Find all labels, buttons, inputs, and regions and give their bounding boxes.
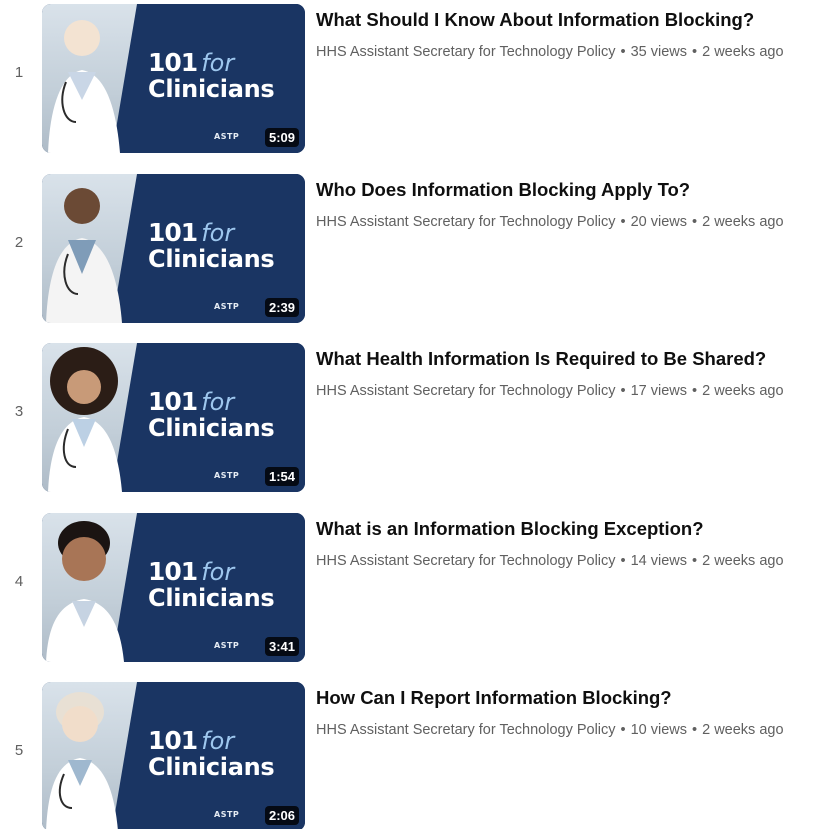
- playlist-item-index: 4: [14, 573, 24, 590]
- brand-text: 101 for Clinicians: [148, 387, 275, 442]
- playlist-item-index: 5: [14, 742, 24, 759]
- channel-name[interactable]: HHS Assistant Secretary for Technology P…: [316, 214, 616, 230]
- brand-for: for: [201, 388, 235, 416]
- separator-dot: •: [692, 722, 698, 738]
- astp-logo-text: ASTP: [214, 641, 240, 650]
- video-meta: HHS Assistant Secretary for Technology P…: [316, 722, 822, 738]
- upload-age: 2 weeks ago: [702, 722, 784, 738]
- astp-logo-text: ASTP: [214, 132, 240, 141]
- separator-dot: •: [692, 214, 698, 230]
- video-title[interactable]: What Should I Know About Information Blo…: [316, 8, 822, 32]
- video-title[interactable]: Who Does Information Blocking Apply To?: [316, 178, 822, 202]
- separator-dot: •: [620, 553, 626, 569]
- separator-dot: •: [620, 44, 626, 60]
- astp-logo-text: ASTP: [214, 810, 240, 819]
- video-info: How Can I Report Information Blocking? H…: [316, 686, 822, 738]
- playlist-item[interactable]: 5 101 for Clinicians ASTP 2:06 How Can I …: [0, 680, 824, 829]
- brand-text: 101 for Clinicians: [148, 726, 275, 781]
- video-info: Who Does Information Blocking Apply To? …: [316, 178, 822, 230]
- channel-name[interactable]: HHS Assistant Secretary for Technology P…: [316, 383, 616, 399]
- video-thumbnail[interactable]: 101 for Clinicians ASTP 1:54: [42, 343, 305, 492]
- separator-dot: •: [620, 722, 626, 738]
- video-duration: 2:06: [264, 806, 299, 825]
- video-meta: HHS Assistant Secretary for Technology P…: [316, 383, 822, 399]
- playlist-item[interactable]: 3 101 for Clinicians ASTP 1:54 What Healt…: [0, 341, 824, 492]
- video-duration: 5:09: [264, 128, 299, 147]
- video-info: What is an Information Blocking Exceptio…: [316, 517, 822, 569]
- playlist-video-list: 1 101 for Clinicians ASTP 5:09 What Shoul…: [0, 0, 824, 829]
- view-count: 35 views: [630, 44, 688, 60]
- playlist-item-index: 1: [14, 64, 24, 81]
- video-title[interactable]: What is an Information Blocking Exceptio…: [316, 517, 822, 541]
- separator-dot: •: [692, 383, 698, 399]
- video-thumbnail[interactable]: 101 for Clinicians ASTP 5:09: [42, 4, 305, 153]
- playlist-item[interactable]: 1 101 for Clinicians ASTP 5:09 What Shoul…: [0, 2, 824, 153]
- brand-word: Clinicians: [148, 753, 275, 781]
- separator-dot: •: [620, 214, 626, 230]
- playlist-item[interactable]: 2 101 for Clinicians ASTP 2:39 Who Does I…: [0, 172, 824, 323]
- upload-age: 2 weeks ago: [702, 44, 784, 60]
- brand-for: for: [201, 727, 235, 755]
- view-count: 14 views: [630, 553, 688, 569]
- upload-age: 2 weeks ago: [702, 553, 784, 569]
- brand-text: 101 for Clinicians: [148, 48, 275, 103]
- video-title[interactable]: What Health Information Is Required to B…: [316, 347, 822, 371]
- upload-age: 2 weeks ago: [702, 383, 784, 399]
- playlist-item[interactable]: 4 101 for Clinicians ASTP 3:41 What is an…: [0, 511, 824, 662]
- brand-number: 101: [148, 726, 198, 755]
- astp-logo-text: ASTP: [214, 471, 240, 480]
- channel-name[interactable]: HHS Assistant Secretary for Technology P…: [316, 722, 616, 738]
- view-count: 20 views: [630, 214, 688, 230]
- brand-for: for: [201, 219, 235, 247]
- brand-word: Clinicians: [148, 584, 275, 612]
- brand-text: 101 for Clinicians: [148, 218, 275, 273]
- brand-text: 101 for Clinicians: [148, 557, 275, 612]
- video-meta: HHS Assistant Secretary for Technology P…: [316, 214, 822, 230]
- video-title[interactable]: How Can I Report Information Blocking?: [316, 686, 822, 710]
- video-thumbnail[interactable]: 101 for Clinicians ASTP 3:41: [42, 513, 305, 662]
- brand-word: Clinicians: [148, 75, 275, 103]
- upload-age: 2 weeks ago: [702, 214, 784, 230]
- video-info: What Health Information Is Required to B…: [316, 347, 822, 399]
- brand-number: 101: [148, 387, 198, 416]
- brand-word: Clinicians: [148, 414, 275, 442]
- video-thumbnail[interactable]: 101 for Clinicians ASTP 2:06: [42, 682, 305, 829]
- view-count: 17 views: [630, 383, 688, 399]
- video-info: What Should I Know About Information Blo…: [316, 8, 822, 60]
- brand-for: for: [201, 49, 235, 77]
- video-meta: HHS Assistant Secretary for Technology P…: [316, 553, 822, 569]
- video-duration: 3:41: [264, 637, 299, 656]
- playlist-item-index: 3: [14, 403, 24, 420]
- video-duration: 1:54: [264, 467, 299, 486]
- brand-number: 101: [148, 557, 198, 586]
- astp-logo-text: ASTP: [214, 302, 240, 311]
- brand-for: for: [201, 558, 235, 586]
- channel-name[interactable]: HHS Assistant Secretary for Technology P…: [316, 553, 616, 569]
- video-meta: HHS Assistant Secretary for Technology P…: [316, 44, 822, 60]
- brand-word: Clinicians: [148, 245, 275, 273]
- video-duration: 2:39: [264, 298, 299, 317]
- brand-number: 101: [148, 218, 198, 247]
- playlist-item-index: 2: [14, 234, 24, 251]
- brand-number: 101: [148, 48, 198, 77]
- view-count: 10 views: [630, 722, 688, 738]
- separator-dot: •: [620, 383, 626, 399]
- channel-name[interactable]: HHS Assistant Secretary for Technology P…: [316, 44, 616, 60]
- separator-dot: •: [692, 553, 698, 569]
- video-thumbnail[interactable]: 101 for Clinicians ASTP 2:39: [42, 174, 305, 323]
- separator-dot: •: [692, 44, 698, 60]
